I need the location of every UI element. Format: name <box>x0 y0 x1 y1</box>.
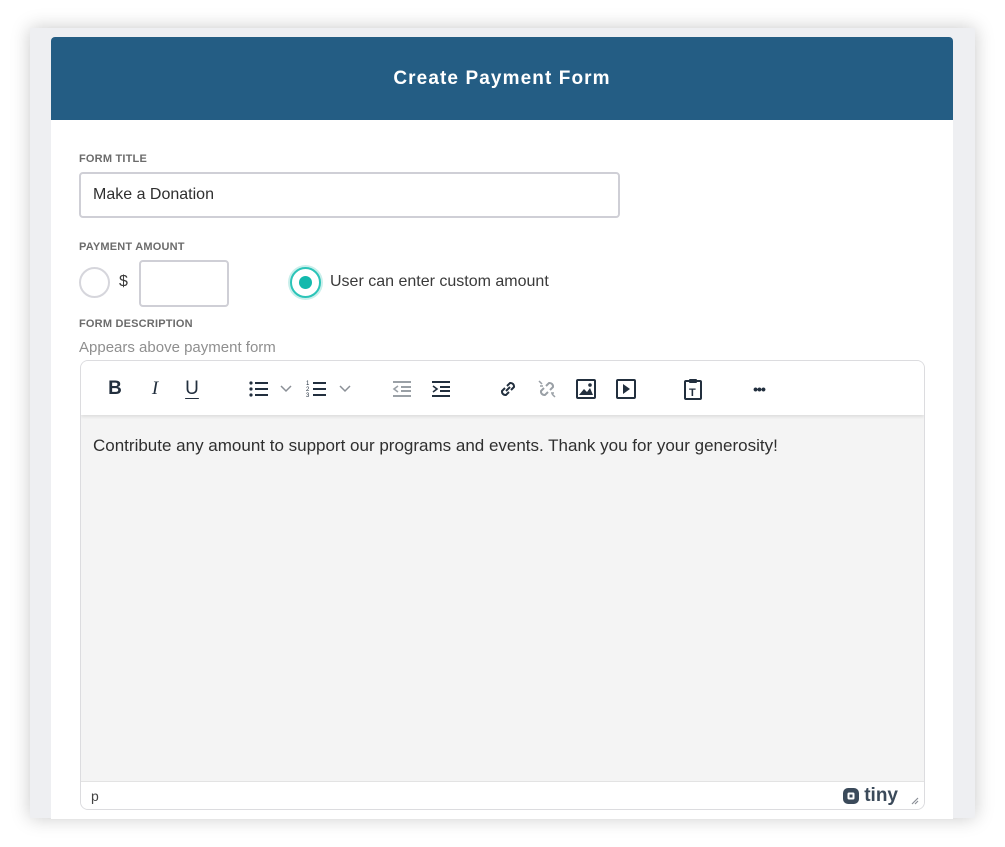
payment-amount-label: PAYMENT AMOUNT <box>79 241 185 253</box>
image-button[interactable] <box>574 376 598 402</box>
editor-statusbar: p tiny <box>81 781 924 809</box>
form-title-label: FORM TITLE <box>79 153 147 165</box>
amount-input[interactable] <box>139 260 229 307</box>
underline-icon: U <box>185 378 199 399</box>
link-icon <box>500 381 516 397</box>
bullet-list-dropdown[interactable] <box>279 376 293 402</box>
form-description-label: FORM DESCRIPTION <box>79 318 193 330</box>
bold-icon: B <box>108 378 122 399</box>
editor-content[interactable]: Contribute any amount to support our pro… <box>93 436 778 456</box>
italic-button[interactable]: I <box>145 376 165 402</box>
dialog-header: Create Payment Form <box>51 37 953 120</box>
numbered-list-icon: 1 2 3 <box>306 381 326 399</box>
indent-button[interactable] <box>430 376 452 402</box>
fixed-amount-radio[interactable] <box>79 267 110 298</box>
rich-text-editor: B I U 1 2 3 T ••• Contribute any amount … <box>80 360 925 810</box>
bullet-list-button[interactable] <box>247 376 271 402</box>
form-description-help: Appears above payment form <box>79 339 276 356</box>
editor-toolbar: B I U 1 2 3 T ••• <box>81 361 924 415</box>
tiny-brand[interactable]: tiny <box>842 785 898 807</box>
custom-amount-label[interactable]: User can enter custom amount <box>330 273 549 291</box>
italic-icon: I <box>151 378 159 399</box>
tiny-brand-label: tiny <box>864 785 898 806</box>
bullet-list-icon <box>249 381 268 397</box>
link-button[interactable] <box>497 376 519 402</box>
indent-icon <box>432 381 450 397</box>
image-icon <box>576 379 596 399</box>
resize-handle-icon[interactable] <box>909 795 919 805</box>
outdent-icon <box>392 381 411 397</box>
underline-button[interactable]: U <box>182 376 202 402</box>
svg-text:3: 3 <box>306 393 310 399</box>
outdent-button[interactable] <box>391 376 413 402</box>
chevron-down-icon <box>280 385 292 393</box>
paste-text-icon: T <box>684 379 702 400</box>
tiny-logo-icon <box>843 788 860 804</box>
unlink-icon <box>538 380 556 398</box>
create-payment-form-dialog: Create Payment Form FORM TITLE Make a Do… <box>51 37 953 819</box>
numbered-list-dropdown[interactable] <box>338 376 352 402</box>
form-title-value: Make a Donation <box>93 186 214 203</box>
numbered-list-button[interactable]: 1 2 3 <box>305 376 329 402</box>
more-icon: ••• <box>753 381 766 397</box>
chevron-down-icon <box>339 385 351 393</box>
unlink-button[interactable] <box>535 376 559 402</box>
media-button[interactable] <box>614 376 638 402</box>
media-icon <box>616 379 636 399</box>
paste-text-button[interactable]: T <box>682 376 704 402</box>
form-title-input[interactable]: Make a Donation <box>79 172 620 218</box>
more-button[interactable]: ••• <box>746 376 772 402</box>
bold-button[interactable]: B <box>105 376 125 402</box>
element-path[interactable]: p <box>91 788 99 804</box>
currency-symbol: $ <box>119 273 128 290</box>
custom-amount-radio[interactable] <box>290 267 321 298</box>
dialog-title: Create Payment Form <box>393 67 611 89</box>
svg-text:T: T <box>689 387 696 399</box>
